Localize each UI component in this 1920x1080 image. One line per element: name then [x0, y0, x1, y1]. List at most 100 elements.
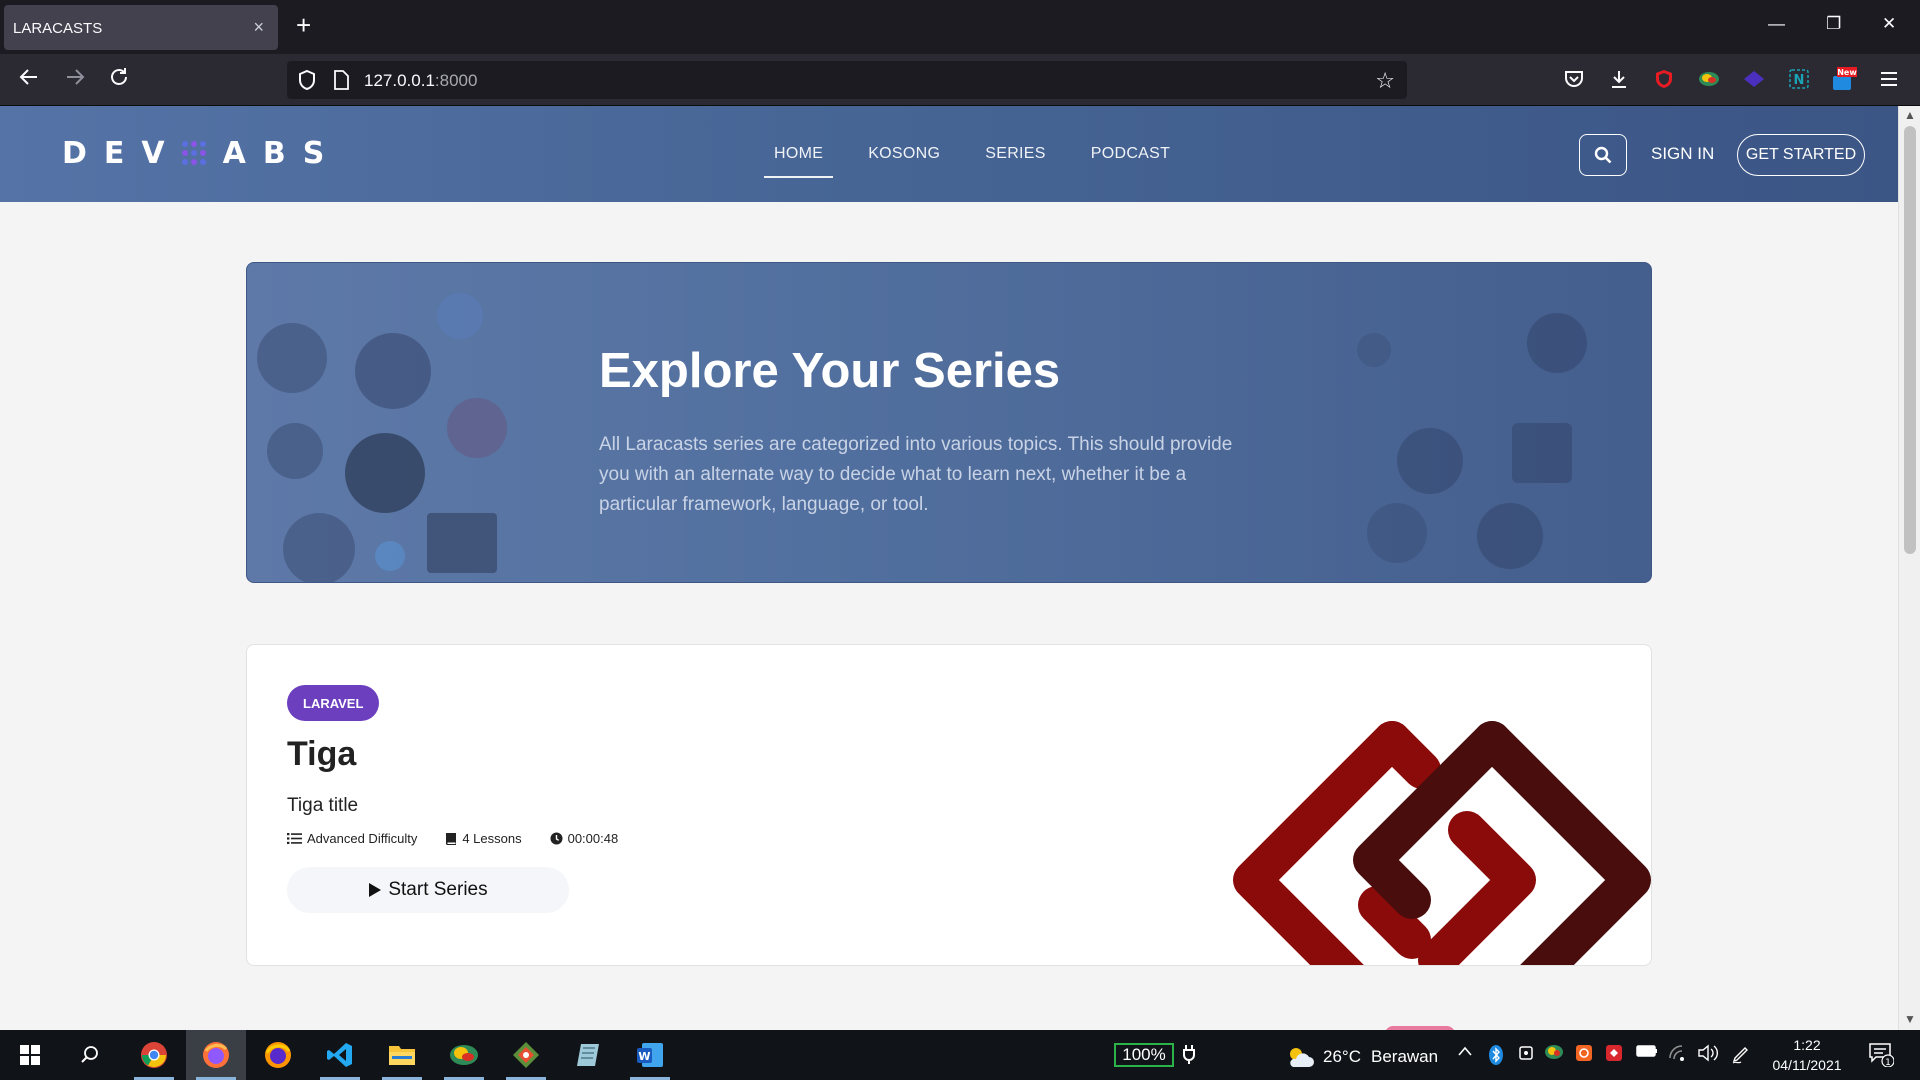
difficulty-meta: Advanced Difficulty — [287, 831, 417, 846]
purple-diamond-extension-icon[interactable] — [1741, 66, 1767, 92]
get-started-button[interactable]: GET STARTED — [1737, 134, 1865, 176]
firefox-dev-icon[interactable] — [186, 1030, 246, 1080]
search-icon — [1594, 146, 1612, 164]
search-icon[interactable] — [60, 1030, 120, 1080]
menu-item-series[interactable]: SERIES — [975, 106, 1056, 202]
hamburger-menu-icon[interactable] — [1876, 66, 1902, 92]
url-host: 127.0.0.1 — [364, 71, 435, 90]
git-app-icon[interactable] — [496, 1030, 556, 1080]
menu-item-home[interactable]: HOME — [764, 106, 834, 202]
restore-button[interactable]: ❐ — [1826, 14, 1841, 34]
main-menu: HOME KOSONG SERIES PODCAST — [764, 106, 1205, 202]
url-bar[interactable]: 127.0.0.1:8000 ☆ — [287, 61, 1407, 99]
notification-count: 1 — [1885, 1058, 1891, 1067]
firefox-icon[interactable] — [248, 1030, 308, 1080]
decorative-card — [1512, 423, 1572, 483]
page-viewport: D E V A B S HOME KOSONG SERIES PODCAST S… — [0, 106, 1898, 1030]
menu-item-kosong[interactable]: KOSONG — [858, 106, 950, 202]
scroll-down-icon[interactable]: ▼ — [1904, 1012, 1916, 1026]
temperature-text: 26°C — [1323, 1047, 1361, 1066]
new-badge-extension-icon[interactable]: New — [1831, 66, 1857, 92]
n-extension-icon[interactable]: N — [1786, 66, 1812, 92]
vscode-icon[interactable] — [310, 1030, 370, 1080]
play-icon — [369, 883, 382, 897]
series-card: LARAVEL Tiga Tiga title Advanced Difficu… — [246, 644, 1652, 966]
chrome-icon[interactable] — [124, 1030, 184, 1080]
page-icon[interactable] — [333, 70, 349, 95]
weather-widget[interactable]: 26°C Berawan — [1285, 1045, 1438, 1069]
battery-percentage[interactable]: 100% — [1114, 1043, 1174, 1067]
browser-tab[interactable]: LARACASTS × — [4, 5, 278, 50]
url-text[interactable]: 127.0.0.1:8000 — [364, 71, 477, 91]
scroll-up-icon[interactable]: ▲ — [1904, 108, 1916, 122]
show-hidden-icons-chevron-icon[interactable] — [1457, 1044, 1473, 1062]
colorful-extension-icon[interactable] — [1696, 66, 1722, 92]
forward-icon[interactable] — [64, 66, 86, 93]
clock-time: 1:22 — [1793, 1037, 1821, 1053]
back-icon[interactable] — [18, 66, 40, 93]
decorative-circle — [1357, 333, 1391, 367]
pen-workspace-icon[interactable] — [1731, 1044, 1751, 1069]
tab-title: LARACASTS — [13, 20, 103, 37]
decorative-circle — [375, 541, 405, 571]
notes-app-icon[interactable] — [558, 1030, 618, 1080]
colorful-tray-icon[interactable] — [1544, 1044, 1564, 1065]
meet-now-icon[interactable] — [1518, 1044, 1534, 1067]
file-explorer-icon[interactable] — [372, 1030, 432, 1080]
bookmark-star-icon[interactable]: ☆ — [1375, 68, 1395, 94]
page-scrollbar[interactable]: ▲ ▼ — [1898, 106, 1920, 1030]
notification-center-icon[interactable]: 1 — [1868, 1041, 1895, 1072]
series-meta: Advanced Difficulty 4 Lessons 00:00:48 — [287, 831, 646, 846]
site-logo[interactable]: D E V A B S — [62, 135, 341, 171]
scrollbar-thumb[interactable] — [1904, 126, 1916, 554]
sign-in-link[interactable]: SIGN IN — [1651, 144, 1714, 164]
category-badge[interactable]: LARAVEL — [287, 685, 380, 721]
ublock-shield-icon[interactable] — [1651, 66, 1677, 92]
plug-icon[interactable] — [1183, 1044, 1195, 1069]
svg-text:W: W — [638, 1050, 650, 1063]
clock-icon — [550, 832, 563, 845]
volume-icon[interactable] — [1697, 1044, 1719, 1067]
difficulty-text: Advanced Difficulty — [307, 831, 418, 846]
colorful-app-icon[interactable] — [434, 1030, 494, 1080]
shield-icon[interactable] — [297, 69, 317, 96]
red-tray-app-icon[interactable] — [1605, 1044, 1623, 1067]
logo-letter: B — [262, 135, 286, 171]
clock-date: 04/11/2021 — [1772, 1057, 1842, 1073]
tab-close-icon[interactable]: × — [253, 17, 264, 38]
list-icon — [287, 833, 302, 844]
decorative-card — [427, 513, 497, 573]
bluetooth-icon[interactable] — [1489, 1044, 1503, 1071]
decorative-circle — [447, 398, 507, 458]
battery-tray-icon[interactable] — [1636, 1044, 1658, 1063]
decorative-circle — [437, 293, 483, 339]
windows-start-icon[interactable] — [0, 1030, 60, 1080]
reload-icon[interactable] — [108, 66, 130, 93]
lessons-text: 4 Lessons — [462, 831, 522, 846]
cloudy-sun-icon — [1290, 1048, 1314, 1067]
menu-item-podcast[interactable]: PODCAST — [1081, 106, 1180, 202]
word-icon[interactable]: W — [620, 1030, 680, 1080]
duration-meta: 00:00:48 — [550, 831, 619, 846]
orange-tray-app-icon[interactable] — [1575, 1044, 1593, 1067]
hero-description: All Laracasts series are categorized int… — [599, 434, 1233, 515]
book-icon — [446, 832, 457, 845]
minimize-button[interactable]: — — [1768, 14, 1785, 34]
system-clock[interactable]: 1:22 04/11/2021 — [1762, 1035, 1852, 1075]
duration-text: 00:00:48 — [567, 831, 619, 846]
decorative-circle — [1367, 503, 1427, 563]
hero-banner: Explore Your Series All Laracasts series… — [246, 262, 1652, 583]
start-series-button[interactable]: Start Series — [287, 867, 569, 913]
site-header: D E V A B S HOME KOSONG SERIES PODCAST S… — [0, 106, 1898, 202]
decorative-circle — [345, 433, 425, 513]
wifi-icon[interactable] — [1668, 1044, 1688, 1067]
pocket-icon[interactable] — [1561, 66, 1587, 92]
logo-letter: V — [141, 135, 165, 171]
new-tab-button[interactable]: + — [296, 12, 311, 38]
laravel-style-logo-image — [1233, 721, 1651, 965]
search-button[interactable] — [1579, 134, 1627, 176]
series-title[interactable]: Tiga — [287, 735, 356, 774]
download-icon[interactable] — [1606, 66, 1632, 92]
decorative-circle — [1477, 503, 1543, 569]
close-window-button[interactable]: ✕ — [1882, 14, 1896, 34]
